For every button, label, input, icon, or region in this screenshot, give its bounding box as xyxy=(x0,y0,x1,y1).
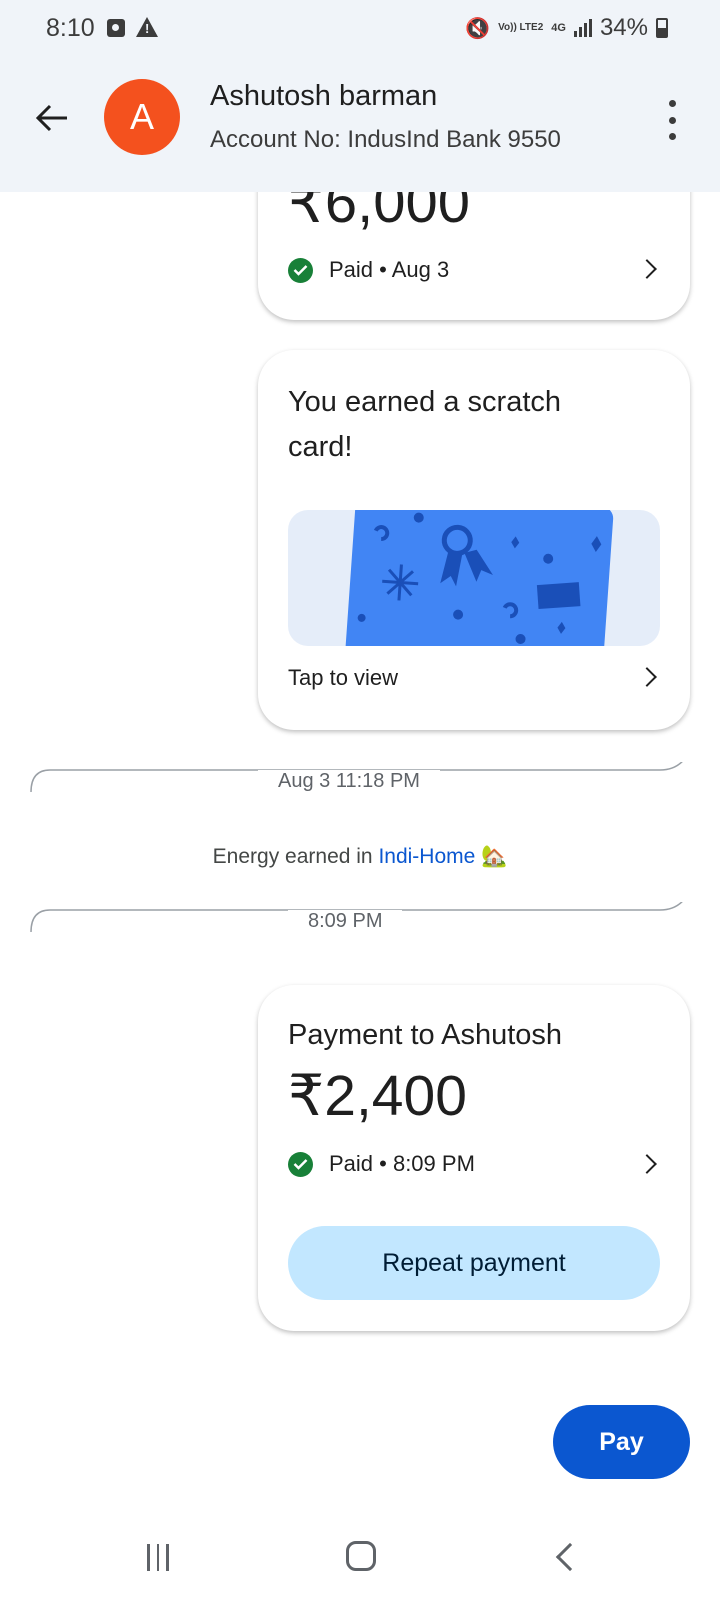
more-options-button[interactable] xyxy=(660,100,684,140)
battery-icon xyxy=(656,18,668,38)
status-bar: 8:10 🔇 Vo)) LTE2 4G 34% xyxy=(0,0,720,58)
repeat-payment-button[interactable]: Repeat payment xyxy=(288,1226,660,1300)
date-divider: Aug 3 11:18 PM xyxy=(30,762,690,802)
payment-status-text: Paid • Aug 3 xyxy=(329,257,450,282)
energy-text: Energy earned in xyxy=(212,845,379,868)
tap-to-view-label: Tap to view xyxy=(288,665,399,690)
more-dot xyxy=(668,133,676,140)
payment-card[interactable]: Payment to Ashutosh ₹2,400 Paid • 8:09 P… xyxy=(258,985,690,1331)
house-emoji: 🏡 xyxy=(481,845,508,868)
chevron-right-icon xyxy=(637,667,657,687)
back-button[interactable] xyxy=(30,96,74,140)
battery-percent: 34% xyxy=(599,14,648,41)
pay-button[interactable]: Pay xyxy=(553,1405,690,1479)
home-icon[interactable] xyxy=(346,1541,376,1571)
divider-timestamp: Aug 3 11:18 PM xyxy=(258,770,440,793)
payment-title: Payment to Ashutosh xyxy=(288,1019,563,1051)
status-time: 8:10 xyxy=(46,14,95,42)
scratch-card-pattern xyxy=(357,512,602,645)
system-nav-bar xyxy=(0,1520,720,1600)
indi-home-link[interactable]: Indi-Home xyxy=(378,845,475,868)
4g-icon: 4G xyxy=(551,21,566,34)
scratch-card-image xyxy=(344,510,614,646)
scratch-card-preview[interactable] xyxy=(288,510,660,646)
arrow-back-icon xyxy=(35,104,67,132)
payment-status: Paid • 8:09 PM xyxy=(288,1151,475,1177)
payment-status: Paid • Aug 3 xyxy=(288,257,449,283)
scratch-card-title: You earned a scratch card! xyxy=(288,386,562,463)
energy-earned-note: Energy earned in Indi-Home 🏡 xyxy=(0,845,720,869)
nav-back-icon[interactable] xyxy=(555,1542,585,1572)
contact-name[interactable]: Ashutosh barman xyxy=(210,80,437,113)
volte-icon: Vo)) LTE2 xyxy=(498,22,544,33)
check-circle-icon xyxy=(288,257,313,283)
scratch-card-message[interactable]: You earned a scratch card! Tap to view xyxy=(258,350,690,730)
recent-apps-icon[interactable] xyxy=(147,1544,169,1571)
mute-icon: 🔇 xyxy=(465,17,491,40)
more-dot xyxy=(668,116,676,124)
account-number: Account No: IndusInd Bank 9550 xyxy=(210,126,561,153)
chevron-right-icon xyxy=(637,1154,657,1174)
status-indicators: 🔇 Vo)) LTE2 4G 34% xyxy=(465,14,668,42)
payment-amount: ₹2,400 xyxy=(288,1064,467,1128)
date-divider: 8:09 PM xyxy=(30,902,690,942)
chevron-right-icon xyxy=(637,259,657,279)
photo-notification-icon xyxy=(107,19,125,37)
check-circle-icon xyxy=(288,1151,313,1177)
warning-icon xyxy=(136,17,158,37)
avatar[interactable]: A xyxy=(104,79,180,155)
more-dot xyxy=(668,100,676,107)
divider-timestamp: 8:09 PM xyxy=(288,910,403,933)
avatar-letter: A xyxy=(129,96,154,137)
app-bar: A Ashutosh barman Account No: IndusInd B… xyxy=(0,58,720,192)
signal-icon xyxy=(573,19,592,37)
payment-status-text: Paid • 8:09 PM xyxy=(329,1151,475,1176)
